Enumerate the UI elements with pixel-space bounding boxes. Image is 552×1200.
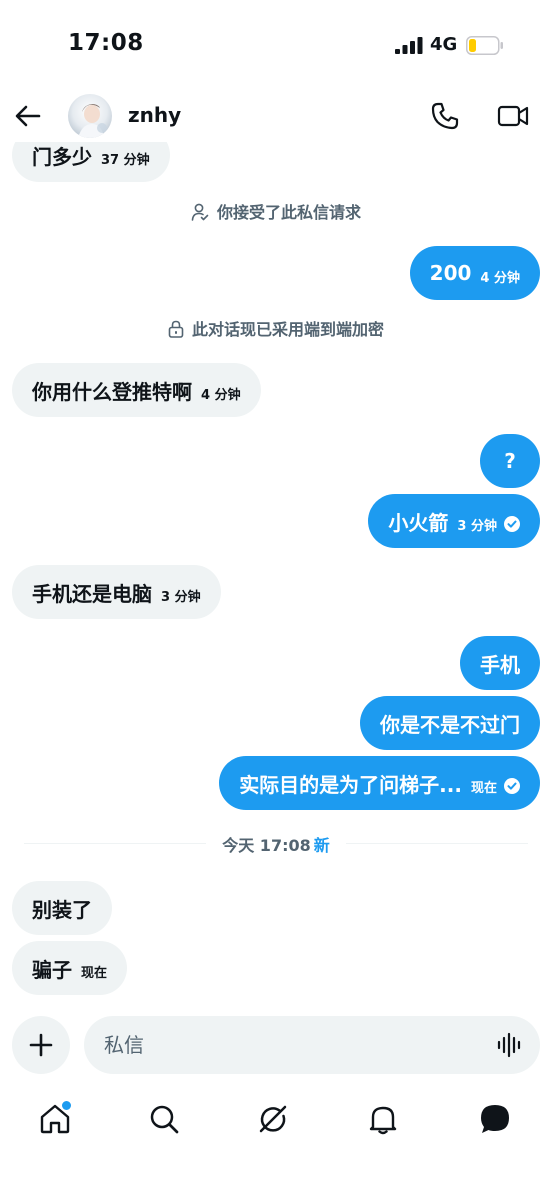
- message-timestamp: 现在: [81, 965, 108, 981]
- contact-name[interactable]: znhy: [128, 103, 181, 127]
- search-icon[interactable]: [147, 1102, 181, 1136]
- read-receipt-icon: [504, 516, 520, 532]
- message-timestamp: 现在: [470, 780, 497, 796]
- message-timestamp: 4 分钟: [480, 270, 520, 286]
- add-attachment-button[interactable]: [12, 1016, 70, 1074]
- system-note-encryption: 此对话现已采用端到端加密: [0, 316, 552, 340]
- avatar-image: [68, 94, 112, 138]
- message-timestamp: 4 分钟: [201, 387, 241, 403]
- system-note-text: 此对话现已采用端到端加密: [191, 320, 384, 339]
- message-outgoing[interactable]: 你是不是不过门: [360, 696, 540, 750]
- messages-icon[interactable]: [478, 1102, 512, 1136]
- message-incoming[interactable]: 骗子 现在: [12, 941, 128, 995]
- message-text: 你是不是不过门: [380, 712, 520, 737]
- video-call-icon[interactable]: [497, 101, 529, 131]
- message-incoming[interactable]: 你用什么登推特啊 4 分钟: [12, 363, 261, 417]
- signal-icon: [395, 37, 423, 54]
- avatar[interactable]: [68, 94, 112, 138]
- back-arrow-icon[interactable]: [14, 102, 42, 130]
- new-messages-label: 新: [313, 836, 330, 855]
- phone-call-icon[interactable]: [430, 101, 460, 131]
- grok-icon[interactable]: [256, 1102, 290, 1136]
- system-note-request-accepted: 你接受了此私信请求: [0, 199, 552, 223]
- message-outgoing[interactable]: 实际目的是为了问梯子... 现在: [219, 756, 540, 810]
- system-note-text: 你接受了此私信请求: [216, 203, 361, 222]
- message-outgoing[interactable]: ?: [480, 434, 540, 488]
- message-text: 骗子: [32, 957, 72, 982]
- message-timestamp: 3 分钟: [161, 589, 201, 605]
- message-text: ?: [504, 449, 516, 473]
- message-text: 你用什么登推特啊: [32, 379, 192, 404]
- home-notification-dot: [60, 1099, 73, 1112]
- message-text: 实际目的是为了问梯子...: [239, 772, 462, 797]
- message-text: 小火箭: [388, 510, 449, 535]
- message-incoming[interactable]: 手机还是电脑 3 分钟: [12, 565, 221, 619]
- voice-message-icon[interactable]: [496, 1031, 524, 1059]
- message-outgoing[interactable]: 小火箭 3 分钟: [368, 494, 540, 548]
- date-divider-label: 今天 17:08 新: [206, 832, 346, 856]
- user-check-icon: [191, 203, 209, 221]
- message-text: 别装了: [32, 897, 92, 922]
- status-time: 17:08: [68, 30, 144, 56]
- message-incoming[interactable]: 门多少 37 分钟: [12, 142, 170, 182]
- network-label: 4G: [430, 34, 458, 55]
- read-receipt-icon: [504, 778, 520, 794]
- battery-icon: [466, 36, 503, 55]
- bottom-navigation: [0, 1090, 552, 1150]
- lock-icon: [168, 320, 184, 338]
- message-text: 手机还是电脑: [32, 581, 152, 606]
- message-text: 门多少: [32, 144, 92, 169]
- message-text: 手机: [480, 652, 520, 677]
- status-bar: 17:08 4G: [0, 0, 552, 90]
- message-timestamp: 3 分钟: [457, 518, 497, 534]
- conversation-header: znhy: [0, 90, 552, 142]
- message-input[interactable]: [84, 1016, 540, 1074]
- message-timestamp: 37 分钟: [101, 152, 150, 168]
- message-outgoing[interactable]: 200 4 分钟: [409, 246, 540, 300]
- message-composer: [0, 1012, 552, 1082]
- message-list[interactable]: 门多少 37 分钟 你接受了此私信请求 200 4 分钟 此对话现已采用端到端加…: [0, 142, 552, 1012]
- message-incoming[interactable]: 别装了: [12, 881, 112, 935]
- notifications-icon[interactable]: [366, 1102, 400, 1136]
- plus-icon: [29, 1033, 53, 1057]
- date-divider-text: 今天 17:08: [222, 836, 311, 855]
- message-outgoing[interactable]: 手机: [460, 636, 540, 690]
- message-text: 200: [429, 261, 472, 285]
